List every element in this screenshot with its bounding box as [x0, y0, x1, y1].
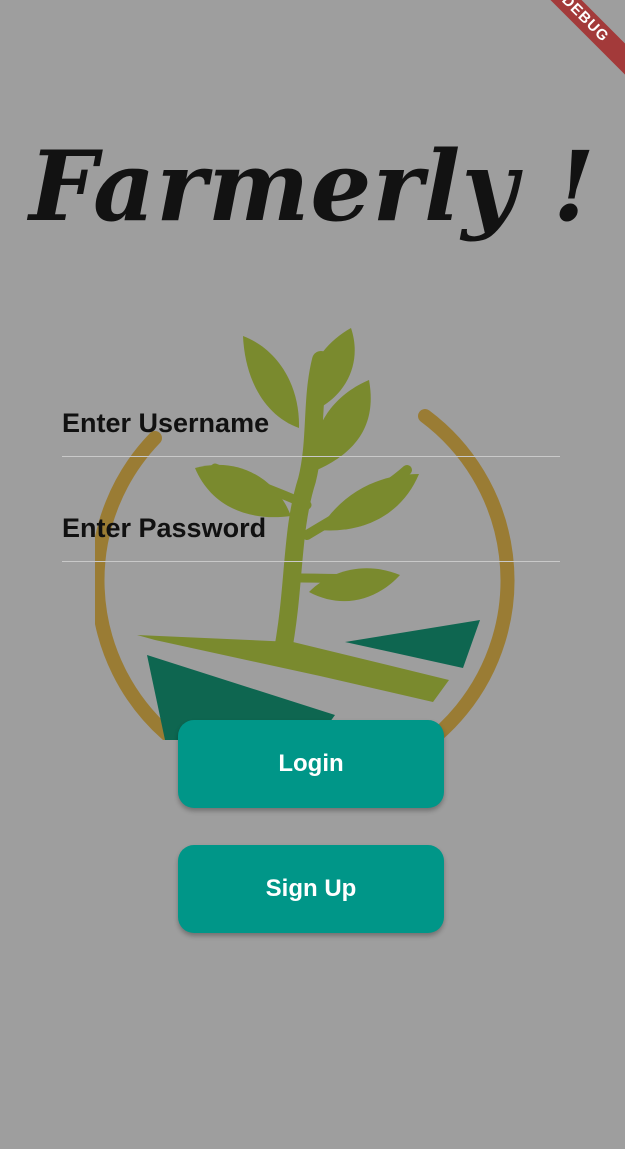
- login-screen: DEBUG Farmerly ! Login Sign Up: [0, 0, 625, 1149]
- signup-button[interactable]: Sign Up: [178, 845, 444, 933]
- login-button[interactable]: Login: [178, 720, 444, 808]
- username-field[interactable]: [62, 398, 560, 457]
- password-input[interactable]: [62, 503, 560, 553]
- username-input[interactable]: [62, 398, 560, 448]
- password-field[interactable]: [62, 503, 560, 562]
- app-title: Farmerly !: [29, 130, 596, 243]
- debug-banner: DEBUG: [520, 0, 625, 84]
